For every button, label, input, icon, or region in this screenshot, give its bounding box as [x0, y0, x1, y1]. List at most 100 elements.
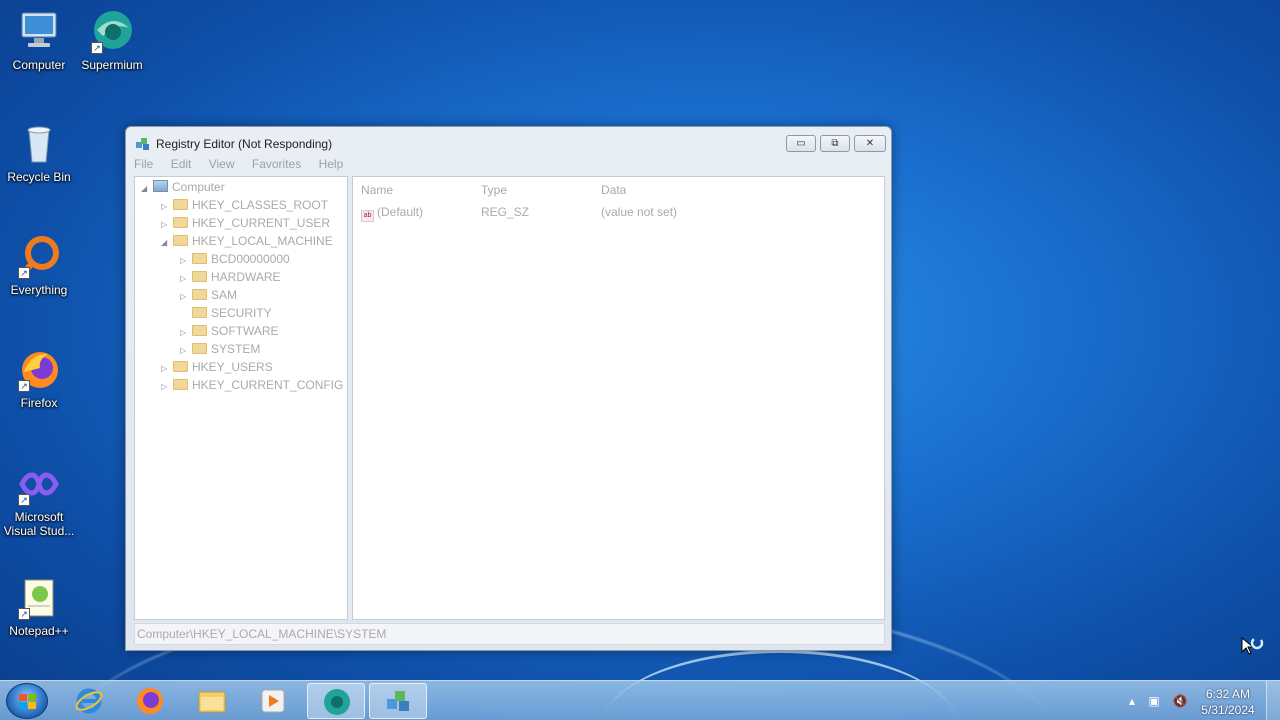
taskbar-file-explorer[interactable] [183, 683, 241, 719]
column-header-type[interactable]: Type [481, 183, 507, 197]
desktop-icon-supermium[interactable]: ↗ Supermium [73, 8, 151, 72]
shortcut-arrow-icon: ↗ [18, 608, 30, 620]
menu-bar: File Edit View Favorites Help [134, 157, 357, 175]
value-data: (value not set) [601, 205, 678, 219]
close-button[interactable]: ✕ [854, 135, 886, 152]
menu-help[interactable]: Help [319, 157, 344, 171]
computer-icon [153, 180, 168, 192]
folder-icon [192, 307, 207, 318]
desktop-icon-label: Recycle Bin [7, 170, 71, 184]
folder-icon [173, 379, 188, 390]
tree-item-computer[interactable]: ◢ Computer [141, 178, 225, 196]
show-desktop-button[interactable] [1266, 681, 1280, 720]
folder-icon [192, 289, 207, 300]
value-type: REG_SZ [481, 205, 530, 219]
collapse-arrow-icon[interactable]: ◢ [141, 180, 153, 198]
desktop-icon-label: Everything [10, 283, 68, 297]
show-hidden-icons-chevron[interactable]: ▴ [1124, 693, 1140, 709]
registry-editor-icon [387, 691, 409, 711]
tree-item-hkcu[interactable]: ▷ HKEY_CURRENT_USER [161, 214, 330, 232]
volume-muted-icon[interactable]: 🔇 [1172, 693, 1188, 709]
values-pane[interactable]: Name Type Data ab (Default) REG_SZ (value… [352, 176, 885, 620]
collapse-arrow-icon[interactable]: ◢ [161, 234, 173, 252]
desktop-icon-notepadpp[interactable]: ↗ Notepad++ [0, 574, 78, 638]
desktop-icon-label: Firefox [20, 396, 58, 410]
system-clock[interactable]: 6:32 AM 5/31/2024 [1196, 686, 1260, 718]
desktop-icon-everything[interactable]: ↗ Everything [0, 233, 78, 297]
desktop-icon-label: Microsoft Visual Stud... [3, 510, 75, 538]
everything-icon: ↗ [16, 233, 62, 279]
folder-icon [192, 271, 207, 282]
expand-arrow-icon[interactable]: ▷ [161, 378, 173, 396]
taskbar-internet-explorer[interactable] [60, 683, 118, 719]
taskbar-firefox[interactable] [121, 683, 179, 719]
tree-item-system[interactable]: ▷ SYSTEM [180, 340, 260, 358]
desktop-icon-firefox[interactable]: ↗ Firefox [0, 346, 78, 410]
folder-icon [192, 325, 207, 336]
internet-explorer-icon [75, 688, 103, 714]
folder-icon [173, 199, 188, 210]
desktop-icon-label: Supermium [81, 58, 143, 72]
tree-item-hkcr[interactable]: ▷ HKEY_CLASSES_ROOT [161, 196, 328, 214]
status-path: Computer\HKEY_LOCAL_MACHINE\SYSTEM [137, 627, 387, 641]
menu-favorites[interactable]: Favorites [252, 157, 301, 171]
clock-date: 5/31/2024 [1201, 703, 1255, 717]
folder-icon [192, 253, 207, 264]
supermium-icon [324, 689, 350, 715]
folder-icon [173, 361, 188, 372]
start-button[interactable] [6, 683, 48, 719]
tree-item-sam[interactable]: ▷ SAM [180, 286, 237, 304]
firefox-icon [137, 688, 163, 714]
key-tree-pane[interactable]: ◢ Computer ▷ HKEY_CLASSES_ROOT ▷ HKEY_CURRE… [134, 176, 348, 620]
computer-icon [16, 8, 62, 54]
menu-file[interactable]: File [134, 157, 153, 171]
shortcut-arrow-icon: ↗ [91, 42, 103, 54]
column-header-name[interactable]: Name [361, 183, 393, 197]
firefox-icon: ↗ [16, 346, 62, 392]
string-value-icon: ab [361, 210, 374, 222]
minimize-button[interactable]: ▭ [786, 135, 816, 152]
tree-item-software[interactable]: ▷ SOFTWARE [180, 322, 279, 340]
shortcut-arrow-icon: ↗ [18, 380, 30, 392]
window-titlebar[interactable]: Registry Editor (Not Responding) ▭ ⧉ ✕ [126, 127, 891, 157]
registry-editor-window[interactable]: Registry Editor (Not Responding) ▭ ⧉ ✕ F… [125, 126, 892, 651]
menu-edit[interactable]: Edit [171, 157, 192, 171]
menu-view[interactable]: View [209, 157, 235, 171]
tree-item-hardware[interactable]: ▷ HARDWARE [180, 268, 281, 286]
value-name: (Default) [377, 205, 424, 219]
tree-item-hkcc[interactable]: ▷ HKEY_CURRENT_CONFIG [161, 376, 343, 394]
desktop-icon-computer[interactable]: Computer [0, 8, 78, 72]
supermium-icon: ↗ [89, 8, 135, 54]
tree-item-security[interactable]: SECURITY [180, 304, 272, 322]
tree-item-hku[interactable]: ▷ HKEY_USERS [161, 358, 273, 376]
file-explorer-icon [198, 691, 226, 713]
tree-item-hklm[interactable]: ◢ HKEY_LOCAL_MACHINE [161, 232, 333, 250]
taskbar-supermium[interactable] [307, 683, 365, 719]
folder-icon [173, 235, 188, 246]
recycle-bin-icon [16, 120, 62, 166]
status-bar: Computer\HKEY_LOCAL_MACHINE\SYSTEM [134, 623, 885, 645]
shortcut-arrow-icon: ↗ [18, 494, 30, 506]
folder-icon [192, 343, 207, 354]
taskbar-media-player[interactable] [244, 683, 302, 719]
desktop-icon-label: Notepad++ [9, 624, 69, 638]
taskbar-registry-editor[interactable] [369, 683, 427, 719]
windows-logo-icon [19, 694, 36, 709]
desktop-icon-recycle-bin[interactable]: Recycle Bin [0, 120, 78, 184]
tree-item-bcd[interactable]: ▷ BCD00000000 [180, 250, 290, 268]
folder-icon [173, 217, 188, 228]
column-header-data[interactable]: Data [601, 183, 626, 197]
window-title: Registry Editor (Not Responding) [156, 137, 333, 151]
network-icon[interactable]: ▣ [1146, 693, 1162, 709]
notepadpp-icon: ↗ [16, 574, 62, 620]
visual-studio-icon: ↗ [16, 460, 62, 506]
desktop-icon-visual-studio[interactable]: ↗ Microsoft Visual Stud... [0, 460, 78, 538]
media-player-icon [261, 689, 285, 713]
busy-cursor-icon [1241, 636, 1264, 655]
registry-editor-icon [135, 136, 151, 152]
taskbar: ▴ ▣ 🔇 6:32 AM 5/31/2024 [0, 680, 1280, 720]
clock-time: 6:32 AM [1205, 687, 1251, 701]
maximize-button[interactable]: ⧉ [820, 135, 850, 152]
shortcut-arrow-icon: ↗ [18, 267, 30, 279]
desktop-icon-label: Computer [12, 58, 66, 72]
